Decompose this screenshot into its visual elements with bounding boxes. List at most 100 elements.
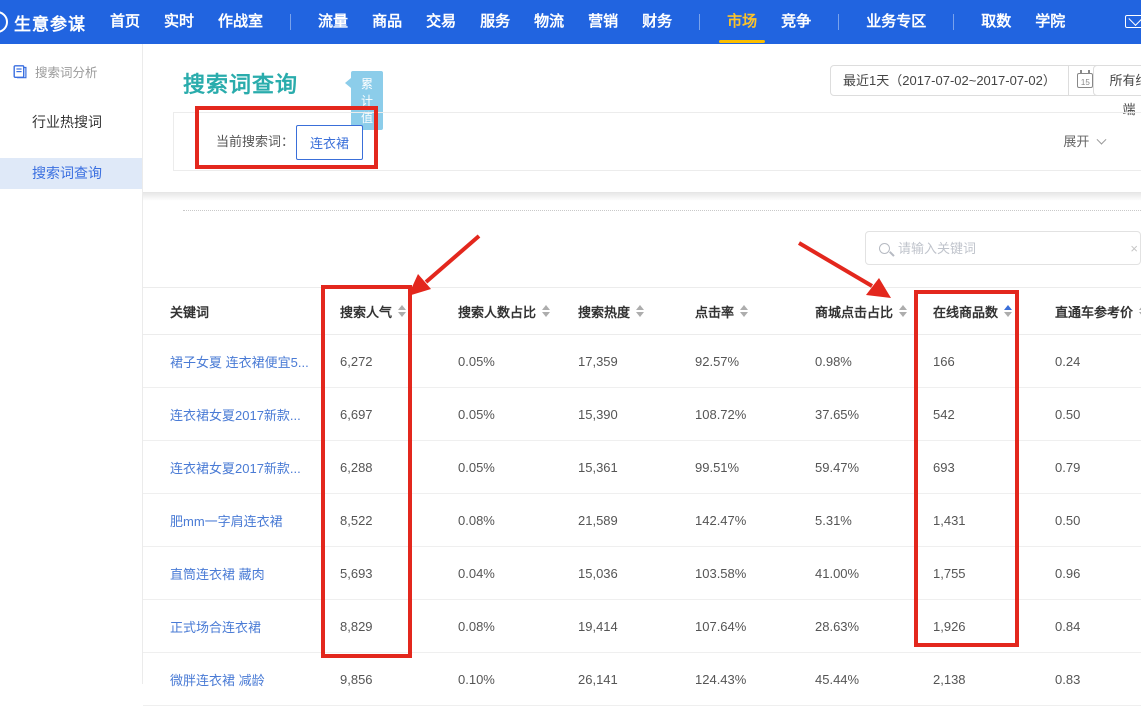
sidebar-item-industry-hot-words[interactable]: 行业热搜词 [0, 107, 142, 138]
cell-search-heat: 26,141 [578, 672, 695, 687]
keyword-link[interactable]: 连衣裙女夏2017新款... [170, 458, 340, 477]
page-title: 搜索词查询 累计值 [183, 67, 298, 99]
cell-ztc-ref-price: 0.84 [1055, 619, 1141, 634]
terminal-selector-button[interactable]: 所有终端 [1093, 65, 1141, 96]
nav-item-realtime[interactable]: 实时 [164, 0, 194, 44]
nav-item-finance[interactable]: 财务 [642, 0, 672, 44]
cell-search-popularity: 6,288 [340, 460, 458, 475]
cell-mall-click-ratio: 59.47% [815, 460, 933, 475]
section-shadow [143, 192, 1141, 201]
cell-search-popularity: 8,829 [340, 619, 458, 634]
cell-search-heat: 15,036 [578, 566, 695, 581]
sort-icon-active[interactable] [1004, 305, 1012, 317]
sort-icon[interactable] [740, 305, 748, 317]
sort-icon[interactable] [899, 305, 907, 317]
nav-item-traffic[interactable]: 流量 [318, 0, 348, 44]
sidebar-item-search-word-query[interactable]: 搜索词查询 [0, 158, 142, 189]
cell-click-rate: 92.57% [695, 354, 815, 369]
cell-click-rate: 103.58% [695, 566, 815, 581]
mail-icon[interactable] [1125, 15, 1141, 28]
brand-logo-icon [0, 11, 8, 33]
cell-search-heat: 15,390 [578, 407, 695, 422]
cell-mall-click-ratio: 45.44% [815, 672, 933, 687]
nav-item-goods[interactable]: 商品 [372, 0, 402, 44]
nav-item-business-zone[interactable]: 业务专区 [866, 0, 926, 44]
nav-item-logistics[interactable]: 物流 [534, 0, 564, 44]
cell-mall-click-ratio: 37.65% [815, 407, 933, 422]
calendar-icon: 15 [1077, 73, 1093, 88]
sidebar-group-header: 搜索词分析 [0, 44, 142, 81]
col-header-mall-click-ratio[interactable]: 商城点击占比 [815, 302, 933, 321]
cell-mall-click-ratio: 41.00% [815, 566, 933, 581]
cell-search-popularity: 6,272 [340, 354, 458, 369]
cell-click-rate: 142.47% [695, 513, 815, 528]
cell-online-products: 542 [933, 407, 1055, 422]
sort-icon[interactable] [542, 305, 550, 317]
col-header-online-products[interactable]: 在线商品数 [933, 302, 1055, 321]
cell-search-heat: 19,414 [578, 619, 695, 634]
keyword-search-box: × [865, 231, 1141, 265]
cell-online-products: 1,926 [933, 619, 1055, 634]
col-header-keyword: 关键词 [170, 302, 340, 321]
nav-item-data-fetch[interactable]: 取数 [981, 0, 1011, 44]
cell-mall-click-ratio: 28.63% [815, 619, 933, 634]
nav-item-market[interactable]: 市场 [727, 0, 757, 44]
sidebar-group-label: 搜索词分析 [35, 62, 98, 81]
search-words-table: 关键词 搜索人气 搜索人数占比 搜索热度 点击率 商城点击占比 [143, 287, 1141, 706]
cell-click-rate: 107.64% [695, 619, 815, 634]
date-controls: 最近1天（2017-07-02~2017-07-02） 15 [830, 65, 1103, 96]
table-row: 直筒连衣裙 藏肉 5,693 0.04% 15,036 103.58% 41.0… [143, 547, 1141, 600]
report-book-icon [13, 64, 28, 79]
table-row: 微胖连衣裙 减龄 9,856 0.10% 26,141 124.43% 45.4… [143, 653, 1141, 706]
nav-item-competition[interactable]: 竞争 [781, 0, 811, 44]
brand-name[interactable]: 生意参谋 [14, 10, 86, 35]
col-header-searcher-ratio[interactable]: 搜索人数占比 [458, 302, 578, 321]
nav-divider [838, 14, 839, 30]
col-header-click-rate[interactable]: 点击率 [695, 302, 815, 321]
keyword-search-input[interactable] [898, 241, 1130, 256]
cell-searcher-ratio: 0.04% [458, 566, 578, 581]
cell-searcher-ratio: 0.08% [458, 513, 578, 528]
cell-search-popularity: 6,697 [340, 407, 458, 422]
table-row: 裙子女夏 连衣裙便宜5... 6,272 0.05% 17,359 92.57%… [143, 335, 1141, 388]
nav-item-academy[interactable]: 学院 [1035, 0, 1065, 44]
sidebar: 搜索词分析 行业热搜词 搜索词查询 [0, 44, 143, 684]
keyword-link[interactable]: 连衣裙女夏2017新款... [170, 405, 340, 424]
cell-searcher-ratio: 0.05% [458, 354, 578, 369]
cell-mall-click-ratio: 0.98% [815, 354, 933, 369]
keyword-link[interactable]: 肥mm一字肩连衣裙 [170, 511, 340, 530]
cell-search-popularity: 5,693 [340, 566, 458, 581]
cell-search-heat: 21,589 [578, 513, 695, 528]
col-header-search-popularity[interactable]: 搜索人气 [340, 302, 458, 321]
expand-link[interactable]: 展开 [1063, 113, 1105, 170]
sort-icon[interactable] [398, 305, 406, 317]
nav-item-warroom[interactable]: 作战室 [218, 0, 263, 44]
nav-item-service[interactable]: 服务 [480, 0, 510, 44]
cell-search-popularity: 8,522 [340, 513, 458, 528]
nav-divider [699, 14, 700, 30]
cell-search-heat: 17,359 [578, 354, 695, 369]
expand-label: 展开 [1063, 134, 1089, 149]
keyword-link[interactable]: 微胖连衣裙 减龄 [170, 670, 340, 689]
keyword-link[interactable]: 正式场合连衣裙 [170, 617, 340, 636]
current-search-panel: 当前搜索词： 连衣裙 展开 [173, 112, 1141, 171]
cell-searcher-ratio: 0.10% [458, 672, 578, 687]
current-keyword-tag[interactable]: 连衣裙 [296, 125, 363, 160]
cell-ztc-ref-price: 0.24 [1055, 354, 1141, 369]
keyword-link[interactable]: 裙子女夏 连衣裙便宜5... [170, 352, 340, 371]
cell-ztc-ref-price: 0.96 [1055, 566, 1141, 581]
table-row: 肥mm一字肩连衣裙 8,522 0.08% 21,589 142.47% 5.3… [143, 494, 1141, 547]
clear-icon[interactable]: × [1130, 241, 1138, 256]
nav-item-trade[interactable]: 交易 [426, 0, 456, 44]
keyword-link[interactable]: 直筒连衣裙 藏肉 [170, 564, 340, 583]
nav-item-marketing[interactable]: 营销 [588, 0, 618, 44]
date-range-button[interactable]: 最近1天（2017-07-02~2017-07-02） [830, 65, 1069, 96]
col-header-search-heat[interactable]: 搜索热度 [578, 302, 695, 321]
nav-item-home[interactable]: 首页 [110, 0, 140, 44]
dotted-separator [183, 210, 1141, 211]
current-keyword-label: 当前搜索词： [216, 113, 294, 170]
col-header-ztc-ref-price[interactable]: 直通车参考价 [1055, 302, 1141, 321]
top-nav: 生意参谋 首页 实时 作战室 流量 商品 交易 服务 物流 营销 财务 市场 竞… [0, 0, 1141, 44]
page: { "nav": { "brand": "生意参谋", "items": [ {… [0, 0, 1141, 684]
sort-icon[interactable] [636, 305, 644, 317]
